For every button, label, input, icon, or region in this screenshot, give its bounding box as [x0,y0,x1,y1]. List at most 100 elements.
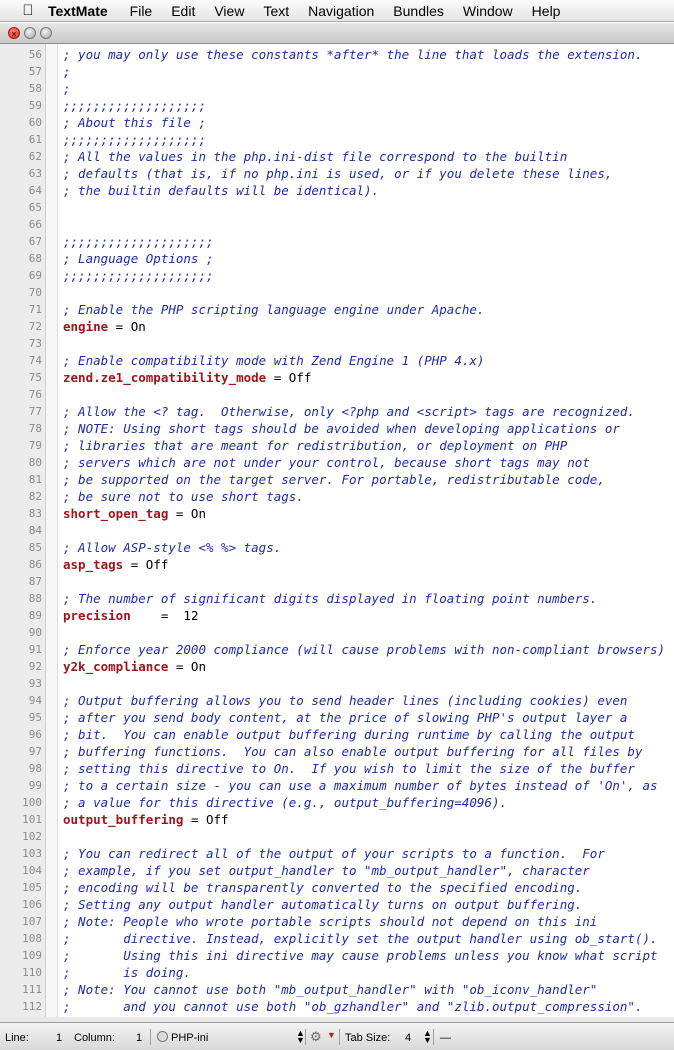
code-line[interactable]: 104 ; example, if you set output_handler … [0,862,674,879]
code-line[interactable]: 82 ; be sure not to use short tags. [0,488,674,505]
directive-key: asp_tags [63,557,124,572]
code-line[interactable]: 58; [0,80,674,97]
code-line[interactable]: 65 [0,199,674,216]
code-line[interactable]: 80 ; servers which are not under your con… [0,454,674,471]
line-number: 68 [28,252,42,265]
menu-edit[interactable]: Edit [171,3,195,19]
code-line[interactable]: 60 ; About this file ; [0,114,674,131]
code-line[interactable]: 110 ; is doing. [0,964,674,981]
code-line[interactable]: 99 ; to a certain size - you can use a ma… [0,777,674,794]
code-line[interactable]: 73 [0,335,674,352]
code-line[interactable]: 91 ; Enforce year 2000 compliance (will c… [0,641,674,658]
code-line[interactable]: 74 ; Enable compatibility mode with Zend … [0,352,674,369]
ini-directive: output_buffering = Off [63,811,229,828]
directive-key: engine [63,319,109,334]
code-line[interactable]: 112 ; and you cannot use both "ob_gzhandl… [0,998,674,1015]
code-line[interactable]: 107 ; Note: People who wrote portable scr… [0,913,674,930]
code-line[interactable]: 106 ; Setting any output handler automati… [0,896,674,913]
code-line[interactable]: 56 ; you may only use these constants *af… [0,46,674,63]
code-line[interactable]: 67;;;;;;;;;;;;;;;;;;;; [0,233,674,250]
tab-size-updown-arrows-icon[interactable]: ▲ ▼ [423,1029,432,1045]
code-line[interactable]: 90 [0,624,674,641]
gear-icon[interactable]: ⚙ [310,1029,322,1045]
code-line[interactable]: 72 engine = On [0,318,674,335]
code-line[interactable]: 94 ; Output buffering allows you to send … [0,692,674,709]
code-line[interactable]: 101 output_buffering = Off [0,811,674,828]
code-line[interactable]: 103 ; You can redirect all of the output … [0,845,674,862]
code-line[interactable]: 61;;;;;;;;;;;;;;;;;;; [0,131,674,148]
code-line[interactable]: 111 ; Note: You cannot use both "mb_outpu… [0,981,674,998]
comment-text: ; servers which are not under your contr… [63,455,590,470]
menu-bundles[interactable]: Bundles [393,3,444,19]
language-updown-arrows-icon[interactable]: ▲ ▼ [296,1029,305,1045]
menu-text[interactable]: Text [263,3,289,19]
code-line[interactable]: 85 ; Allow ASP-style <% %> tags. [0,539,674,556]
code-line[interactable]: 109 ; Using this ini directive may cause … [0,947,674,964]
code-line[interactable]: 77 ; Allow the <? tag. Otherwise, only <?… [0,403,674,420]
menu-file[interactable]: File [130,3,153,19]
code-line[interactable]: 108 ; directive. Instead, explicitly set … [0,930,674,947]
line-number: 66 [28,218,42,231]
code-line[interactable]: 78 ; NOTE: Using short tags should be avo… [0,420,674,437]
code-editor[interactable]: 56 ; you may only use these constants *af… [0,44,674,1022]
menu-view[interactable]: View [214,3,244,19]
line-value[interactable]: 1 [56,1032,62,1044]
code-line[interactable]: 71 ; Enable the PHP scripting language en… [0,301,674,318]
apple-logo-icon[interactable]:  [18,2,38,19]
line-number: 56 [28,48,42,61]
code-line[interactable]: 57; [0,63,674,80]
code-line[interactable]: 102 [0,828,674,845]
code-line[interactable]: 88 ; The number of significant digits dis… [0,590,674,607]
code-line[interactable]: 86 asp_tags = Off [0,556,674,573]
tab-size-value[interactable]: 4 [405,1032,411,1044]
code-line[interactable]: 84 [0,522,674,539]
code-line[interactable]: 93 [0,675,674,692]
code-line[interactable]: 98 ; setting this directive to On. If you… [0,760,674,777]
menu-help[interactable]: Help [532,3,561,19]
directive-value: = On [168,659,206,674]
code-line[interactable]: 89 precision = 12 [0,607,674,624]
code-line[interactable]: 92 y2k_compliance = On [0,658,674,675]
line-number: 82 [28,490,42,503]
code-line[interactable]: 76 [0,386,674,403]
tab-size-label[interactable]: Tab Size: [345,1032,390,1044]
comment-text: ;;;;;;;;;;;;;;;;;;;; [63,268,214,283]
code-line[interactable]: 69;;;;;;;;;;;;;;;;;;;; [0,267,674,284]
menu-navigation[interactable]: Navigation [308,3,374,19]
code-line[interactable]: 66 [0,216,674,233]
menu-app-textmate[interactable]: TextMate [48,3,108,19]
code-line[interactable]: 81 ; be supported on the target server. F… [0,471,674,488]
code-line[interactable]: 63 ; defaults (that is, if no php.ini is … [0,165,674,182]
gear-dropdown-arrow-icon[interactable]: ▼ [327,1030,336,1040]
comment-text: ; directive. Instead, explicitly set the… [63,931,658,946]
code-line[interactable]: 96 ; bit. You can enable output buffering… [0,726,674,743]
menu-window[interactable]: Window [463,3,513,19]
code-line[interactable]: 62 ; All the values in the php.ini-dist f… [0,148,674,165]
code-line[interactable]: 100 ; a value for this directive (e.g., o… [0,794,674,811]
directive-value: = Off [266,370,312,385]
status-divider [305,1029,306,1045]
line-number: 102 [22,830,42,843]
line-number: 74 [28,354,42,367]
window-close-button[interactable]: × [8,27,20,39]
symbol-selector[interactable]: — [440,1032,451,1044]
code-line[interactable]: 75 zend.ze1_compatibility_mode = Off [0,369,674,386]
ini-directive: y2k_compliance = On [63,658,206,675]
code-line[interactable]: 83 short_open_tag = On [0,505,674,522]
code-line[interactable]: 70 [0,284,674,301]
code-line[interactable]: 79 ; libraries that are meant for redistr… [0,437,674,454]
code-line[interactable]: 87 [0,573,674,590]
line-number: 97 [28,745,42,758]
line-number: 104 [22,864,42,877]
code-line[interactable]: 59;;;;;;;;;;;;;;;;;;; [0,97,674,114]
code-line[interactable]: 95 ; after you send body content, at the … [0,709,674,726]
window-zoom-button[interactable] [40,27,52,39]
code-line[interactable]: 97 ; buffering functions. You can also en… [0,743,674,760]
language-selector[interactable]: PHP-ini [171,1032,208,1044]
code-line[interactable]: 68 ; Language Options ; [0,250,674,267]
code-line[interactable]: 64 ; the builtin defaults will be identic… [0,182,674,199]
comment-text: ; Using this ini directive may cause pro… [63,948,658,963]
window-minimize-button[interactable] [24,27,36,39]
column-value[interactable]: 1 [136,1032,142,1044]
code-line[interactable]: 105 ; encoding will be transparently conv… [0,879,674,896]
